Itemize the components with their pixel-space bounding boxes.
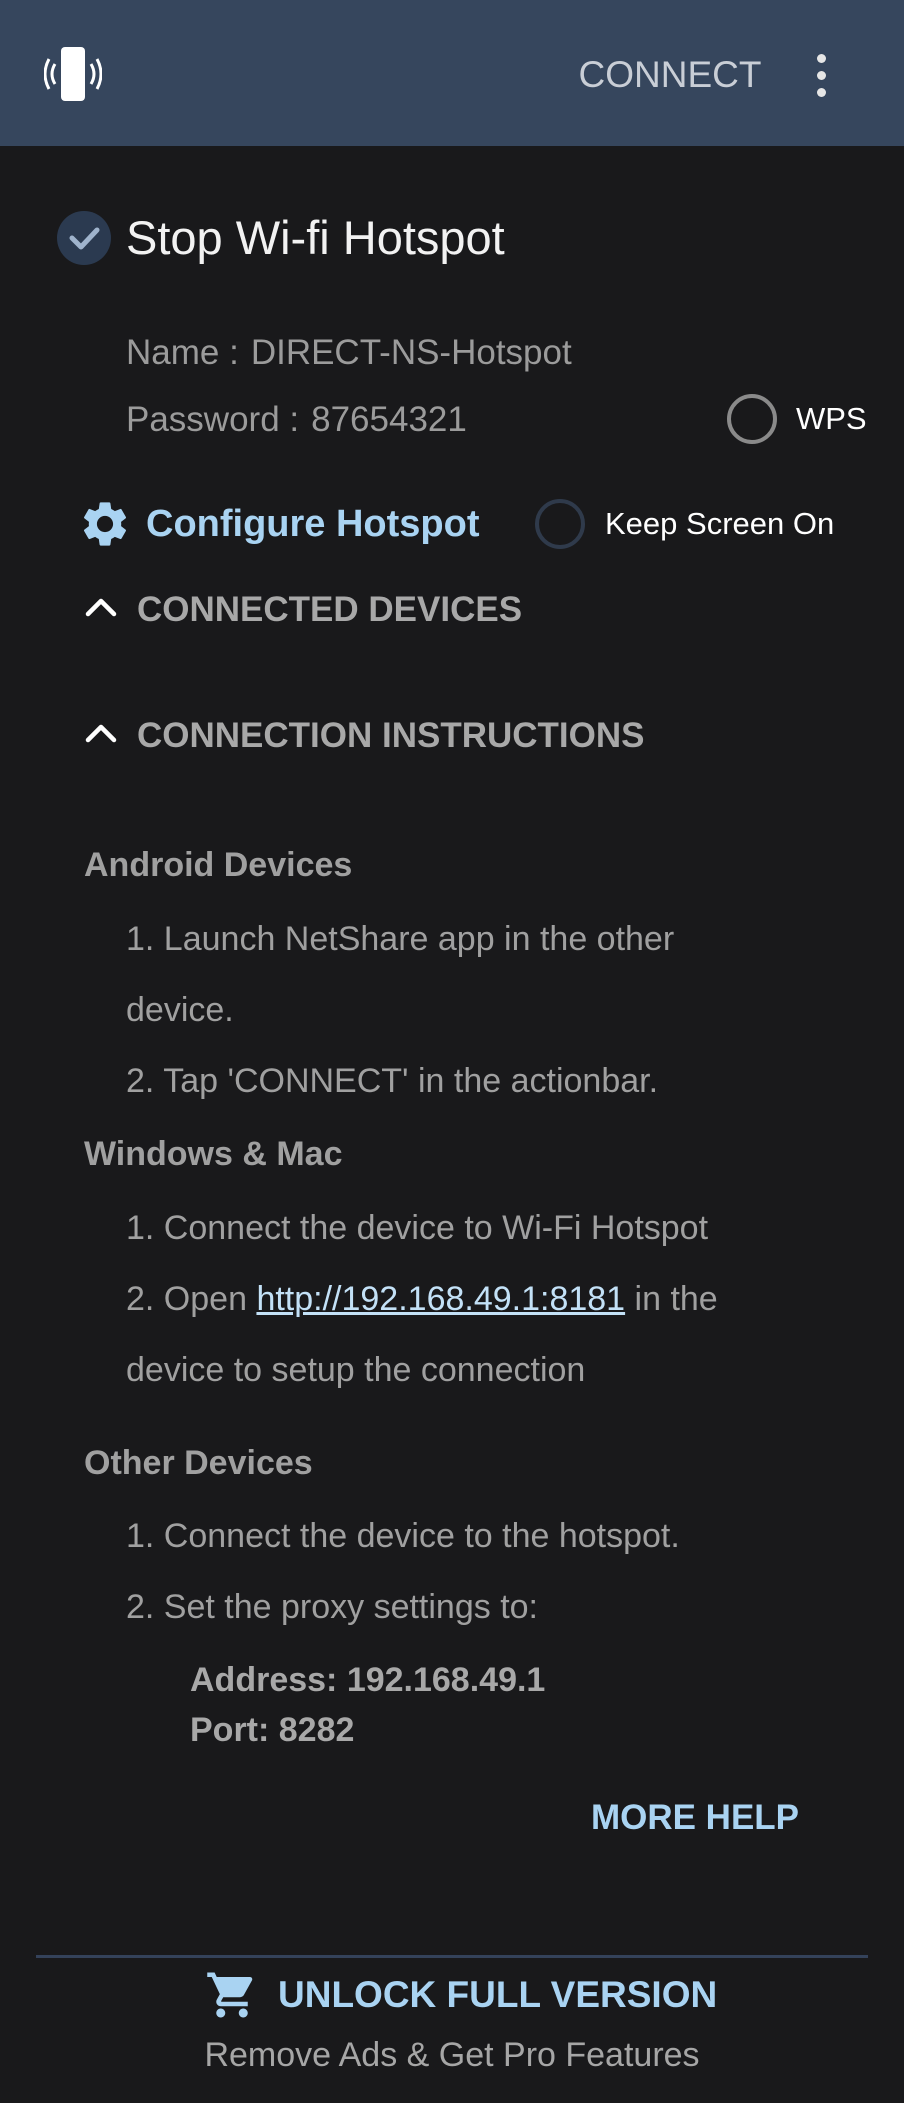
hotspot-password-value: 87654321	[311, 400, 467, 439]
proxy-address: Address: 192.168.49.1	[190, 1661, 546, 1699]
connection-instructions-title: CONNECTION INSTRUCTIONS	[137, 716, 645, 755]
hotspot-signal-icon[interactable]	[43, 47, 103, 101]
windows-step-2-prefix: 2. Open	[126, 1280, 247, 1318]
password-label: Password :	[126, 400, 300, 439]
hotspot-password-row: Password : 87654321	[126, 398, 467, 442]
android-step-1: 1. Launch NetShare app in the other	[126, 920, 675, 958]
android-step-1-cont: device.	[126, 991, 234, 1029]
connect-button[interactable]: CONNECT	[570, 50, 770, 100]
more-vert-icon[interactable]	[800, 46, 844, 104]
gear-icon[interactable]	[78, 497, 132, 551]
chevron-up-icon	[85, 724, 117, 743]
unlock-full-version-label[interactable]: UNLOCK FULL VERSION	[278, 1970, 717, 2020]
other-devices-heading: Other Devices	[84, 1444, 313, 1482]
wps-label[interactable]: WPS	[796, 399, 867, 439]
windows-step-2-suffix: in the	[634, 1280, 718, 1318]
wps-radio[interactable]	[727, 394, 777, 444]
windows-mac-heading: Windows & Mac	[84, 1135, 343, 1173]
android-devices-heading: Android Devices	[84, 846, 353, 884]
shopping-cart-icon[interactable]	[203, 1968, 261, 2022]
unlock-subtitle: Remove Ads & Get Pro Features	[204, 2036, 700, 2074]
connected-devices-title: CONNECTED DEVICES	[137, 590, 523, 629]
chevron-up-icon	[85, 598, 117, 617]
stop-hotspot-label[interactable]: Stop Wi-fi Hotspot	[126, 208, 505, 268]
connected-devices-header[interactable]: CONNECTED DEVICES	[84, 585, 604, 635]
check-icon	[69, 227, 100, 250]
divider	[36, 1955, 868, 1958]
other-step-2: 2. Set the proxy settings to:	[126, 1588, 539, 1626]
configure-hotspot-button[interactable]: Configure Hotspot	[146, 500, 480, 548]
android-step-2: 2. Tap 'CONNECT' in the actionbar.	[126, 1062, 659, 1100]
windows-step-2: 2. Open http://192.168.49.1:8181 in the	[126, 1277, 718, 1321]
stop-hotspot-checkbox[interactable]	[57, 211, 111, 265]
windows-step-2-cont: device to setup the connection	[126, 1351, 586, 1389]
more-help-button[interactable]: MORE HELP	[570, 1793, 820, 1843]
keep-screen-on-radio[interactable]	[535, 499, 585, 549]
connection-instructions-header[interactable]: CONNECTION INSTRUCTIONS	[84, 711, 704, 761]
app-bar: CONNECT	[0, 0, 904, 146]
proxy-port: Port: 8282	[190, 1711, 355, 1749]
hotspot-name-value: DIRECT-NS-Hotspot	[250, 333, 572, 372]
keep-screen-on-label[interactable]: Keep Screen On	[605, 504, 834, 544]
name-label: Name :	[126, 333, 239, 372]
hotspot-name-row: Name : DIRECT-NS-Hotspot	[126, 331, 572, 375]
other-step-1: 1. Connect the device to the hotspot.	[126, 1517, 680, 1555]
setup-url-link[interactable]: http://192.168.49.1:8181	[256, 1280, 625, 1318]
windows-step-1: 1. Connect the device to Wi-Fi Hotspot	[126, 1209, 709, 1247]
